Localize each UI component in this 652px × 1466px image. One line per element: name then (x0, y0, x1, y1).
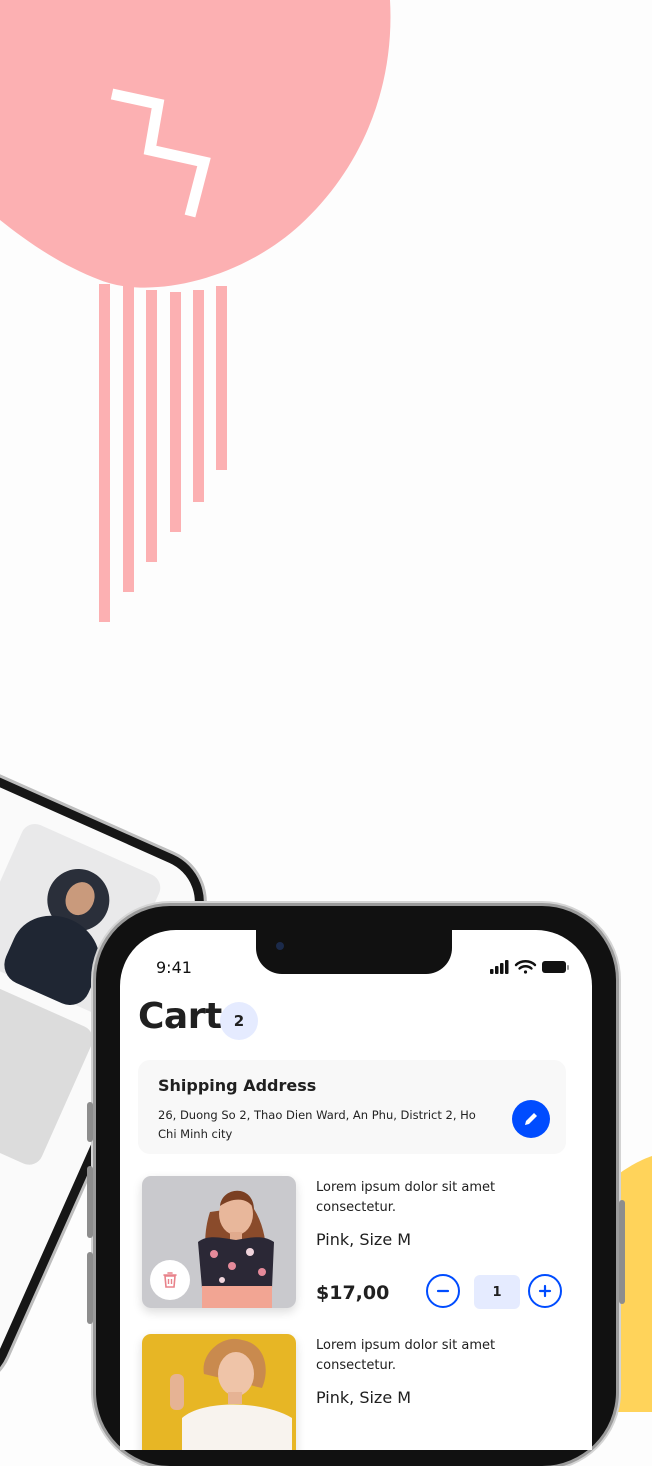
remove-item-button[interactable] (150, 1260, 190, 1300)
volume-button (87, 1252, 93, 1324)
power-button (619, 1200, 625, 1304)
cart-item: Lorem ipsum dolor sit amet consectetur. … (142, 1176, 572, 1326)
pencil-icon (525, 1113, 537, 1125)
shipping-address-card: Shipping Address 26, Duong So 2, Thao Di… (138, 1060, 566, 1154)
drip-line (99, 284, 110, 622)
signal-icon (490, 960, 509, 974)
quantity-value[interactable]: 1 (474, 1275, 520, 1309)
increase-quantity-button[interactable] (528, 1274, 562, 1308)
phone-mockup: 9:41 Cart 2 Shipping Address 26, Duong S (87, 906, 625, 1466)
drip-line (193, 290, 204, 502)
volume-button (87, 1102, 93, 1142)
volume-button (87, 1166, 93, 1238)
product-image (142, 1334, 296, 1450)
decrease-quantity-button[interactable] (426, 1274, 460, 1308)
minus-icon (436, 1289, 450, 1293)
camera-icon (276, 942, 284, 950)
cart-count-badge: 2 (220, 1002, 258, 1040)
product-description: Lorem ipsum dolor sit amet consectetur. (316, 1180, 496, 1215)
cart-item: Lorem ipsum dolor sit amet consectetur. … (142, 1334, 572, 1450)
shipping-title: Shipping Address (158, 1076, 317, 1095)
drip-line (216, 286, 227, 470)
status-time: 9:41 (156, 958, 192, 977)
drip-line (170, 292, 181, 532)
pink-blob (0, 0, 391, 288)
notch (256, 930, 452, 974)
wifi-icon (514, 960, 537, 974)
battery-icon (542, 961, 569, 973)
plus-icon (538, 1284, 552, 1298)
product-variant: Pink, Size M (316, 1388, 412, 1407)
trash-icon (163, 1272, 177, 1288)
product-price: $17,00 (316, 1282, 390, 1304)
page-title: Cart (138, 996, 222, 1037)
model-photo (142, 1334, 296, 1450)
product-variant: Pink, Size M (316, 1230, 412, 1249)
status-icons (490, 960, 569, 974)
drip-line (123, 286, 134, 592)
product-description: Lorem ipsum dolor sit amet consectetur. (316, 1338, 496, 1373)
product-image (142, 1176, 296, 1308)
drip-line (146, 290, 157, 562)
shipping-address: 26, Duong So 2, Thao Dien Ward, An Phu, … (158, 1108, 476, 1141)
edit-address-button[interactable] (512, 1100, 550, 1138)
cart-screen: 9:41 Cart 2 Shipping Address 26, Duong S (120, 930, 592, 1450)
